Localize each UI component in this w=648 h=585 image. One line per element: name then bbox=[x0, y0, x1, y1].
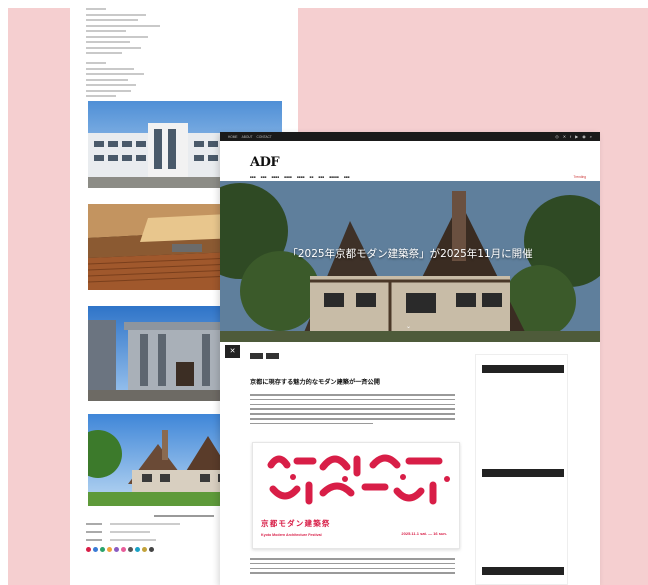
youtube-icon[interactable]: ▶ bbox=[575, 134, 578, 139]
color-swatch[interactable] bbox=[149, 547, 154, 552]
article-title: 京都に現存する魅力的なモダン建築が一斉公開 bbox=[250, 379, 380, 386]
color-swatch[interactable] bbox=[121, 547, 126, 552]
trending-link[interactable]: Trending bbox=[574, 175, 586, 179]
nav-item[interactable]: ■■■■ bbox=[272, 175, 280, 179]
top-link-home[interactable]: HOME bbox=[228, 135, 238, 139]
category-tag[interactable] bbox=[265, 353, 279, 359]
chevron-down-icon[interactable]: ⌄ bbox=[406, 323, 411, 330]
nav-item[interactable]: ■■■ bbox=[319, 175, 325, 179]
social-icons: ◎ ✕ f ▶ ◉ ⌕ bbox=[555, 134, 592, 139]
nav-item[interactable]: ■■■■ bbox=[284, 175, 292, 179]
rss-icon[interactable]: ◉ bbox=[582, 134, 586, 139]
poster-date: 2025.11.1 sat. — 16 sun. bbox=[401, 531, 447, 536]
top-links: HOME ABOUT CONTACT bbox=[228, 135, 272, 139]
instagram-icon[interactable]: ◎ bbox=[555, 134, 559, 139]
color-swatch[interactable] bbox=[100, 547, 105, 552]
main-page-preview[interactable]: HOME ABOUT CONTACT ◎ ✕ f ▶ ◉ ⌕ ADF ■■■ ■… bbox=[220, 132, 600, 585]
sidebar-widget-header bbox=[482, 567, 564, 575]
facebook-icon[interactable]: f bbox=[570, 134, 571, 139]
hero-banner[interactable]: 「2025年京都モダン建築祭」が2025年11月に開催 ⌄ bbox=[220, 181, 600, 342]
nav-item[interactable]: ■■■■ bbox=[297, 175, 305, 179]
article-paragraph bbox=[250, 558, 455, 577]
top-link-about[interactable]: ABOUT bbox=[242, 135, 253, 139]
category-tag[interactable] bbox=[250, 353, 263, 359]
festival-poster[interactable]: 京都モダン建築祭 Kyoto Modern Architecture Festi… bbox=[252, 442, 460, 549]
color-swatch[interactable] bbox=[135, 547, 140, 552]
nav-item[interactable]: ■■■ bbox=[344, 175, 350, 179]
hero-title[interactable]: 「2025年京都モダン建築祭」が2025年11月に開催 bbox=[220, 246, 600, 261]
search-icon[interactable]: ⌕ bbox=[590, 134, 592, 139]
article-paragraph bbox=[250, 394, 455, 427]
color-swatch[interactable] bbox=[142, 547, 147, 552]
sidebar-widget-header bbox=[482, 365, 564, 373]
sidebar-widget-header bbox=[482, 469, 564, 477]
nav-item[interactable]: ■■■■■ bbox=[329, 175, 339, 179]
category-tags bbox=[250, 353, 279, 359]
left-page-text-list bbox=[70, 0, 298, 97]
color-swatch[interactable] bbox=[93, 547, 98, 552]
site-logo[interactable]: ADF bbox=[250, 155, 280, 170]
color-swatch[interactable] bbox=[107, 547, 112, 552]
nav-item[interactable]: ■■■ bbox=[250, 175, 256, 179]
sidebar bbox=[475, 354, 568, 585]
top-bar: HOME ABOUT CONTACT ◎ ✕ f ▶ ◉ ⌕ bbox=[220, 132, 600, 141]
hero-photo bbox=[220, 181, 600, 342]
poster-graphic bbox=[267, 454, 450, 505]
nav-item[interactable]: ■■■ bbox=[261, 175, 267, 179]
close-button[interactable]: ✕ bbox=[225, 345, 240, 358]
color-swatch[interactable] bbox=[114, 547, 119, 552]
nav-item[interactable]: ■■ bbox=[310, 175, 314, 179]
twitter-icon[interactable]: ✕ bbox=[563, 134, 566, 139]
top-link-contact[interactable]: CONTACT bbox=[257, 135, 272, 139]
color-swatch[interactable] bbox=[86, 547, 91, 552]
poster-title: 京都モダン建築祭 bbox=[261, 519, 331, 528]
site-header: ADF ■■■ ■■■ ■■■■ ■■■■ ■■■■ ■■ ■■■ ■■■■■ … bbox=[220, 141, 600, 181]
main-nav: ■■■ ■■■ ■■■■ ■■■■ ■■■■ ■■ ■■■ ■■■■■ ■■■ bbox=[250, 175, 350, 179]
text-line bbox=[86, 8, 106, 10]
poster-subtitle: Kyoto Modern Architecture Festival bbox=[261, 533, 322, 537]
color-swatch[interactable] bbox=[128, 547, 133, 552]
